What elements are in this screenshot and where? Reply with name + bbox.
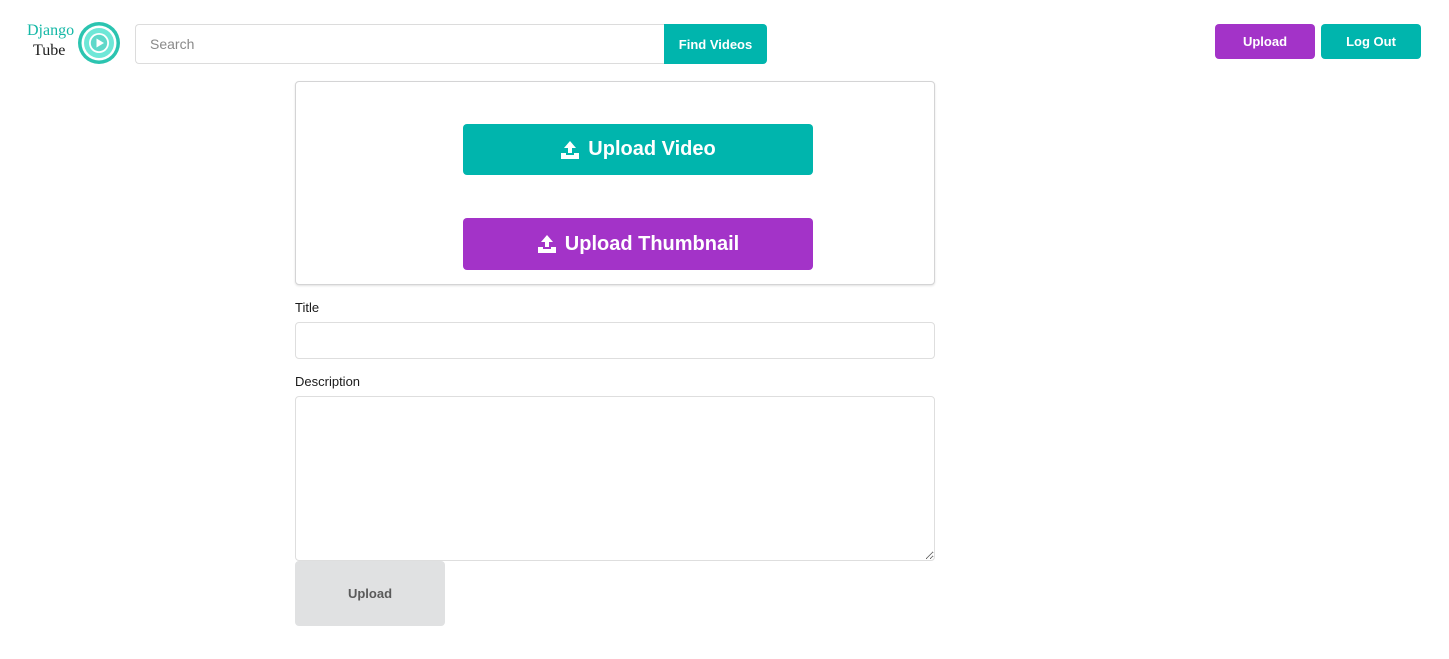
logo-text-tube: Tube — [33, 42, 66, 59]
upload-thumbnail-label: Upload Thumbnail — [564, 232, 740, 255]
upload-video-button[interactable]: Upload Video — [463, 124, 813, 175]
submit-upload-button[interactable]: Upload — [295, 561, 445, 626]
description-label: Description — [295, 374, 361, 389]
upload-video-label: Upload Video — [588, 138, 716, 160]
upload-thumbnail-button[interactable]: Upload Thumbnail — [463, 218, 813, 270]
upload-card: Upload Video Upload Thumbnail — [295, 81, 935, 285]
play-circle-icon — [78, 22, 120, 64]
logo[interactable]: Django Tube — [25, 20, 123, 68]
nav-upload-button[interactable]: Upload — [1215, 24, 1315, 59]
upload-icon — [561, 140, 580, 159]
logo-text-django: Django — [27, 22, 75, 39]
logout-button[interactable]: Log Out — [1321, 24, 1421, 59]
description-field[interactable] — [295, 396, 935, 561]
title-field[interactable] — [295, 322, 935, 359]
search-input[interactable] — [135, 24, 665, 64]
title-label: Title — [295, 300, 320, 315]
upload-icon — [537, 235, 556, 253]
find-videos-button[interactable]: Find Videos — [664, 24, 767, 64]
